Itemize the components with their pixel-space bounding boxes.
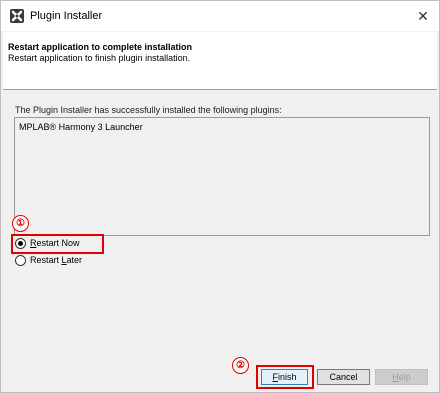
restart-later-radio[interactable]: Restart Later	[15, 254, 82, 267]
finish-button[interactable]: Finish	[261, 369, 308, 385]
header-description: Restart application to finish plugin ins…	[8, 53, 191, 63]
help-button[interactable]: Help	[375, 369, 428, 385]
list-item[interactable]: MPLAB® Harmony 3 Launcher	[19, 122, 143, 133]
success-message: The Plugin Installer has successfully in…	[15, 105, 282, 115]
plugin-installer-window: Plugin Installer ✕ Restart application t…	[0, 0, 440, 393]
installed-plugins-list[interactable]: MPLAB® Harmony 3 Launcher	[14, 117, 430, 236]
plugin-installer-icon	[10, 9, 24, 23]
window-title: Plugin Installer	[30, 10, 103, 22]
title-bar: Plugin Installer ✕	[1, 1, 439, 31]
restart-now-label: Restart Now	[30, 238, 80, 248]
header-panel: Restart application to complete installa…	[3, 32, 437, 90]
radio-unselected-icon	[15, 255, 26, 266]
header-title: Restart application to complete installa…	[8, 42, 193, 52]
restart-now-radio[interactable]: Restart Now	[15, 237, 80, 250]
close-button[interactable]: ✕	[413, 6, 433, 26]
annotation-marker-2: ②	[232, 357, 249, 374]
restart-later-label: Restart Later	[30, 255, 83, 265]
radio-selected-icon	[15, 238, 26, 249]
cancel-button[interactable]: Cancel	[317, 369, 370, 385]
annotation-marker-1: ①	[12, 215, 29, 232]
